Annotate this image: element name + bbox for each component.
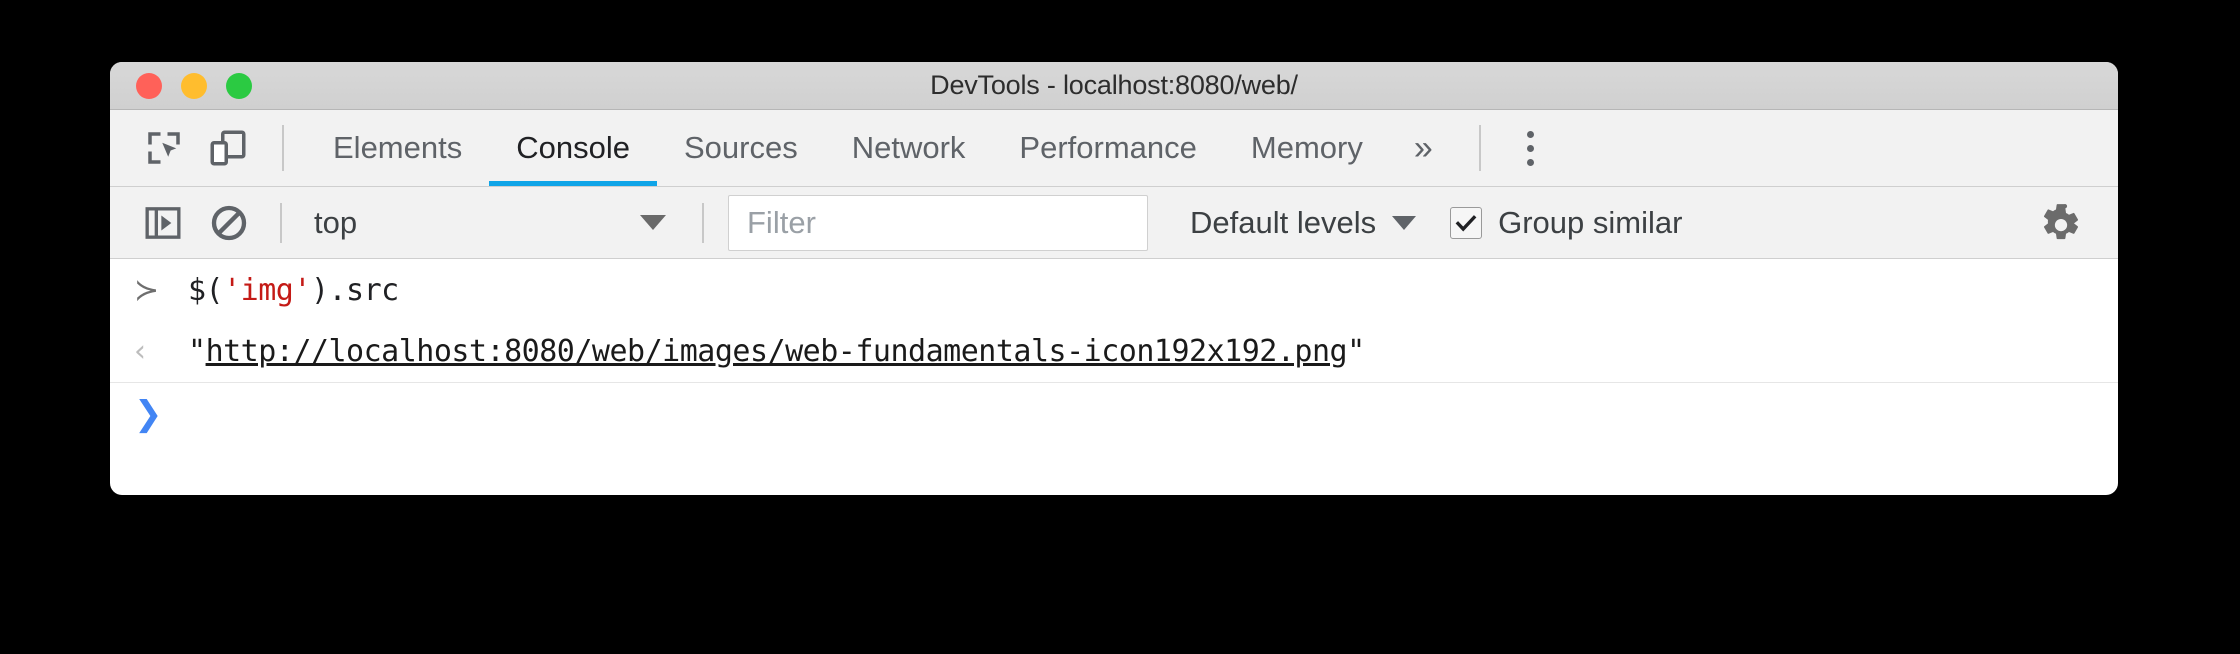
inspect-element-icon[interactable]	[132, 118, 196, 178]
devtools-tabbar: Elements Console Sources Network Perform…	[110, 110, 2118, 187]
console-result-value: "http://localhost:8080/web/images/web-fu…	[188, 334, 1365, 369]
tab-label: Sources	[683, 130, 798, 165]
tabbar-divider-right	[1478, 125, 1481, 171]
prompt-chevron-icon: ❯	[134, 394, 163, 434]
devtools-window: DevTools - localhost:8080/web/ Elements …	[110, 62, 2118, 495]
console-messages: ≻ $('img').src ‹ "http://localhost:8080/…	[110, 259, 2118, 445]
quote-close: "	[1347, 334, 1365, 369]
group-similar-checkbox[interactable]	[1450, 206, 1483, 239]
tab-performance[interactable]: Performance	[992, 110, 1223, 186]
chevron-down-icon	[1392, 215, 1417, 230]
console-input-code: $('img').src	[188, 273, 399, 308]
more-options-icon[interactable]	[1503, 118, 1559, 178]
filter-placeholder: Filter	[747, 204, 816, 240]
kebab-dot	[1527, 144, 1535, 152]
filter-input[interactable]: Filter	[728, 194, 1148, 251]
tab-memory[interactable]: Memory	[1224, 110, 1390, 186]
console-toolbar-divider-2	[702, 202, 704, 243]
overflow-label: »	[1413, 128, 1433, 167]
console-input-row[interactable]: ≻ $('img').src	[110, 259, 2118, 321]
window-titlebar: DevTools - localhost:8080/web/	[110, 62, 2118, 110]
tab-network[interactable]: Network	[825, 110, 993, 186]
tab-label: Performance	[1019, 130, 1197, 165]
result-url-link[interactable]: http://localhost:8080/web/images/web-fun…	[206, 334, 1348, 369]
input-arrow-icon: ≻	[134, 272, 160, 308]
tab-label: Elements	[333, 130, 463, 165]
log-levels-dropdown[interactable]: Default levels	[1190, 204, 1417, 241]
group-similar-toggle[interactable]: Group similar	[1450, 205, 1682, 241]
settings-gear-icon[interactable]	[2028, 195, 2094, 251]
tab-label: Console	[516, 130, 630, 165]
console-result-row[interactable]: ‹ "http://localhost:8080/web/images/web-…	[110, 321, 2118, 383]
tab-label: Network	[851, 130, 966, 165]
kebab-dot	[1527, 158, 1535, 166]
tab-label: Memory	[1250, 130, 1363, 165]
output-arrow-icon: ‹	[134, 334, 146, 369]
log-levels-label: Default levels	[1190, 204, 1377, 240]
kebab-dot	[1527, 130, 1535, 138]
more-tabs-chevron-icon[interactable]: »	[1390, 129, 1457, 168]
execution-context-label: top	[314, 204, 358, 240]
execution-context-selector[interactable]: top	[300, 205, 684, 241]
tabbar-divider	[282, 125, 284, 171]
chevron-down-icon	[640, 215, 666, 230]
code-string-literal: 'img'	[223, 272, 311, 308]
clear-console-icon[interactable]	[196, 195, 262, 251]
tab-elements[interactable]: Elements	[306, 110, 489, 186]
console-toolbar: top Filter Default levels Group similar	[110, 187, 2118, 259]
quote-open: "	[188, 334, 206, 369]
code-part: $(	[188, 272, 224, 308]
window-title: DevTools - localhost:8080/web/	[930, 70, 1298, 100]
screen: DevTools - localhost:8080/web/ Elements …	[0, 0, 2240, 654]
panel-tabs: Elements Console Sources Network Perform…	[306, 110, 1390, 186]
device-toolbar-icon[interactable]	[196, 118, 260, 178]
code-part: ).src	[310, 272, 399, 308]
console-prompt-row[interactable]: ❯	[110, 383, 2118, 445]
console-toolbar-divider	[280, 202, 282, 243]
group-similar-label: Group similar	[1498, 204, 1683, 240]
checkmark-icon	[1455, 214, 1477, 231]
tab-sources[interactable]: Sources	[657, 110, 825, 186]
console-sidebar-toggle-icon[interactable]	[130, 195, 196, 251]
tab-console[interactable]: Console	[489, 110, 657, 186]
